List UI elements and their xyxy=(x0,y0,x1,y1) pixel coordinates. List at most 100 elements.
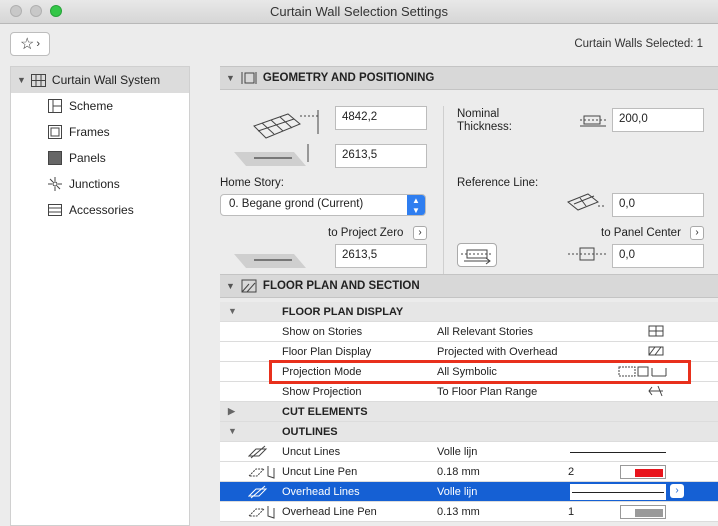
home-story-value: 0. Begane grond (Current) xyxy=(229,198,364,210)
row-value: Volle lijn xyxy=(437,446,478,458)
stories-icon xyxy=(648,324,664,341)
row-name: Overhead Line Pen xyxy=(282,506,377,518)
uncut-lines-icon xyxy=(247,444,268,463)
sidebar-item-junctions[interactable]: Junctions xyxy=(11,171,189,197)
reference-line-label: Reference Line: xyxy=(457,177,539,189)
row-value: 0.13 mm xyxy=(437,506,480,518)
pen-number: 2 xyxy=(568,466,575,478)
group-label: OUTLINES xyxy=(282,426,338,438)
group-label: FLOOR PLAN DISPLAY xyxy=(282,306,404,318)
nominal-thickness-label: Nominal Thickness: xyxy=(457,108,512,133)
junctions-icon xyxy=(47,176,63,192)
divider xyxy=(443,106,444,276)
table-row[interactable]: Overhead Line Pen 0.13 mm 1 xyxy=(220,502,718,522)
group-outlines[interactable]: ▼ OUTLINES xyxy=(220,422,718,442)
group-label: CUT ELEMENTS xyxy=(282,406,368,418)
geometry-section-title: GEOMETRY AND POSITIONING xyxy=(262,72,435,84)
nominal-thickness-field[interactable]: 200,0 xyxy=(612,108,704,132)
row-name: Show on Stories xyxy=(282,326,363,338)
table-row-selected[interactable]: Overhead Lines Volle lijn › xyxy=(220,482,718,502)
projected-overhead-icon xyxy=(648,344,664,361)
bottom-offset-field[interactable]: 2613,5 xyxy=(335,144,427,168)
sidebar-item-label: Scheme xyxy=(69,99,114,113)
scheme-icon xyxy=(47,98,63,114)
row-value: Projected with Overhead xyxy=(437,346,558,358)
overhead-lines-icon xyxy=(247,484,268,503)
window-title: Curtain Wall Selection Settings xyxy=(270,4,448,19)
settings-tree: ▼ FLOOR PLAN DISPLAY Show on Stories All… xyxy=(220,302,718,522)
pen-color-picker[interactable] xyxy=(620,505,666,519)
to-project-zero-chevron-icon[interactable]: › xyxy=(413,226,427,240)
pen-number: 1 xyxy=(568,506,575,518)
table-row[interactable]: Show on Stories All Relevant Stories xyxy=(220,322,718,342)
frames-icon xyxy=(47,124,63,140)
panels-icon xyxy=(47,150,63,166)
flip-reference-button[interactable] xyxy=(457,243,497,267)
settings-panel: ▼ GEOMETRY AND POSITIONING 4842,2 2613,5… xyxy=(220,66,718,526)
flip-icon xyxy=(461,249,493,265)
chevron-right-icon[interactable]: › xyxy=(670,484,684,498)
sidebar-item-scheme[interactable]: Scheme xyxy=(11,93,189,119)
thickness-icon xyxy=(578,110,608,133)
floor-plan-icon xyxy=(241,278,257,294)
sidebar-root-label: Curtain Wall System xyxy=(51,73,161,87)
table-row[interactable]: Show Projection To Floor Plan Range xyxy=(220,382,718,402)
row-value: To Floor Plan Range xyxy=(437,386,538,398)
collapse-triangle-icon[interactable]: ▼ xyxy=(226,73,235,83)
sidebar-item-frames[interactable]: Frames xyxy=(11,119,189,145)
sidebar-item-accessories[interactable]: Accessories xyxy=(11,197,189,223)
geometry-icon xyxy=(241,70,257,86)
geometry-section-header[interactable]: ▼ GEOMETRY AND POSITIONING xyxy=(220,66,718,90)
to-project-zero-field[interactable]: 2613,5 xyxy=(335,244,427,268)
panel-center-icon xyxy=(568,244,608,269)
expand-triangle-icon[interactable]: ▶ xyxy=(228,406,235,417)
row-value: 0.18 mm xyxy=(437,466,480,478)
sidebar-item-label: Accessories xyxy=(69,203,134,217)
highlight-box xyxy=(269,360,691,384)
table-row[interactable]: Uncut Lines Volle lijn xyxy=(220,442,718,462)
pen-icon xyxy=(247,464,276,483)
reference-line-icon xyxy=(566,192,608,221)
pen-color-swatch xyxy=(635,509,663,517)
projection-range-icon xyxy=(648,384,664,401)
pen-icon xyxy=(247,504,276,523)
pen-color-picker[interactable] xyxy=(620,465,666,479)
chevron-right-icon: › xyxy=(36,38,40,50)
floor-plan-section-title: FLOOR PLAN AND SECTION xyxy=(262,280,420,292)
to-panel-center-chevron-icon[interactable]: › xyxy=(690,226,704,240)
collapse-triangle-icon[interactable]: ▼ xyxy=(228,306,237,316)
pen-color-swatch xyxy=(635,469,663,477)
sidebar-item-panels[interactable]: Panels xyxy=(11,145,189,171)
row-name: Show Projection xyxy=(282,386,362,398)
reference-line-field[interactable]: 0,0 xyxy=(612,193,704,217)
table-row[interactable]: Floor Plan Display Projected with Overhe… xyxy=(220,342,718,362)
sidebar-item-label: Junctions xyxy=(69,177,120,191)
row-name: Uncut Line Pen xyxy=(282,466,358,478)
to-project-zero-label: to Project Zero xyxy=(328,227,404,239)
group-cut-elements[interactable]: ▶ CUT ELEMENTS xyxy=(220,402,718,422)
collapse-triangle-icon[interactable]: ▼ xyxy=(228,426,237,436)
sidebar: ▼ Curtain Wall System Scheme Frames Pane… xyxy=(10,66,190,526)
to-panel-center-field[interactable]: 0,0 xyxy=(612,244,704,268)
bottom-offset-icon xyxy=(230,142,310,175)
row-value: Volle lijn xyxy=(437,486,478,498)
group-floor-plan-display[interactable]: ▼ FLOOR PLAN DISPLAY xyxy=(220,302,718,322)
project-zero-icon xyxy=(230,244,310,277)
floor-plan-section-header[interactable]: ▼ FLOOR PLAN AND SECTION xyxy=(220,274,718,298)
row-name: Uncut Lines xyxy=(282,446,341,458)
star-icon: ☆ xyxy=(19,36,35,53)
favorites-button[interactable]: ☆ › xyxy=(10,32,50,56)
accessories-icon xyxy=(47,202,63,218)
expand-triangle-icon[interactable]: ▼ xyxy=(17,75,26,85)
line-type-preview xyxy=(570,452,666,453)
selection-count: Curtain Walls Selected: 1 xyxy=(574,38,703,50)
collapse-triangle-icon[interactable]: ▼ xyxy=(226,281,235,291)
row-value: All Relevant Stories xyxy=(437,326,533,338)
home-story-select[interactable]: 0. Begane grond (Current) ▲ ▼ xyxy=(220,194,426,216)
line-type-preview xyxy=(570,484,666,500)
row-name: Floor Plan Display xyxy=(282,346,372,358)
row-name: Overhead Lines xyxy=(282,486,360,498)
height-field[interactable]: 4842,2 xyxy=(335,106,427,130)
sidebar-item-curtain-wall-system[interactable]: ▼ Curtain Wall System xyxy=(11,67,189,93)
table-row[interactable]: Uncut Line Pen 0.18 mm 2 xyxy=(220,462,718,482)
